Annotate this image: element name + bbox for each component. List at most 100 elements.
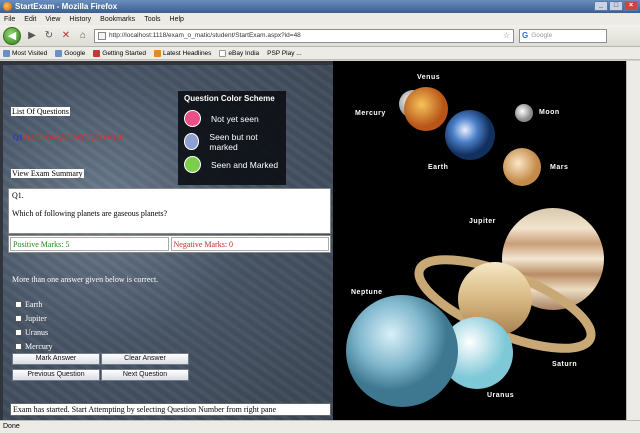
bookmark-google[interactable]: Google [55, 49, 85, 57]
neptune-planet [346, 295, 458, 407]
option-jupiter[interactable]: Jupiter [15, 311, 53, 325]
menu-bookmarks[interactable]: Bookmarks [100, 16, 135, 23]
menu-bar: File Edit View History Bookmarks Tools H… [0, 13, 640, 25]
label-mars: Mars [550, 164, 569, 171]
clear-answer-button[interactable]: Clear Answer [101, 353, 189, 365]
firefox-icon [3, 2, 12, 11]
legend-item-seen-marked: Seen and Marked [184, 153, 280, 176]
question-link-q2[interactable]: Q2 [24, 133, 34, 142]
bookmark-ebay[interactable]: eBay India [219, 49, 259, 57]
legend-label: Seen and Marked [211, 159, 279, 170]
question-link-q8[interactable]: Q8 [88, 133, 98, 142]
question-link-q3[interactable]: Q3 [35, 133, 45, 142]
page-scrollbar[interactable] [626, 61, 640, 420]
mark-answer-button[interactable]: Mark Answer [12, 353, 100, 365]
bookmark-star-icon[interactable]: ☆ [503, 31, 510, 40]
menu-view[interactable]: View [45, 16, 60, 23]
question-box: Q1. Which of following planets are gaseo… [8, 188, 331, 234]
bookmark-icon [55, 49, 63, 57]
label-uranus: Uranus [487, 392, 515, 399]
rss-icon [154, 49, 161, 57]
search-placeholder: Google [531, 32, 553, 39]
moon [515, 104, 533, 122]
page-icon [98, 31, 106, 40]
forward-icon[interactable]: ▶ [26, 30, 38, 42]
navigation-toolbar: ◀ ▶ ↻ ✕ ⌂ http://localhost:1118/exam_o_m… [0, 25, 640, 47]
question-text: Which of following planets are gaseous p… [12, 209, 168, 218]
bookmark-most-visited[interactable]: Most Visited [3, 49, 47, 57]
menu-help[interactable]: Help [170, 16, 184, 23]
legend-label: Not yet seen [211, 113, 259, 124]
legend-label: Seen but not marked [209, 131, 258, 152]
label-earth: Earth [428, 164, 449, 171]
option-earth[interactable]: Earth [15, 297, 53, 311]
label-mercury: Mercury [355, 110, 386, 117]
question-link-q4[interactable]: Q4 [45, 133, 55, 142]
question-link-q1[interactable]: Q1 [13, 133, 23, 142]
exam-status-message: Exam has started. Start Attempting by se… [10, 403, 331, 416]
label-neptune: Neptune [351, 289, 383, 296]
window-titlebar: StartExam - Mozilla Firefox _ □ × [0, 0, 640, 13]
checkbox[interactable] [15, 342, 22, 350]
close-button[interactable]: × [624, 1, 638, 11]
answer-note: More than one answer given below is corr… [12, 275, 159, 284]
window-controls: _ □ × [594, 1, 638, 11]
stop-icon[interactable]: ✕ [60, 30, 72, 42]
home-icon[interactable]: ⌂ [77, 30, 89, 42]
answer-options: Earth Jupiter Uranus Mercury [15, 297, 53, 353]
question-link-q10[interactable]: Q10 [110, 133, 124, 142]
status-text: Done [3, 423, 20, 430]
next-question-button[interactable]: Next Question [101, 369, 189, 381]
label-saturn: Saturn [552, 361, 578, 368]
question-links: Q1 Q2 Q3 Q4 Q5 Q6 Q7 Q8 Q9 Q10 [13, 133, 124, 142]
menu-tools[interactable]: Tools [144, 16, 160, 23]
checkbox[interactable] [15, 300, 22, 308]
label-venus: Venus [417, 74, 441, 81]
minimize-button[interactable]: _ [594, 1, 608, 11]
previous-question-button[interactable]: Previous Question [12, 369, 100, 381]
url-text: http://localhost:1118/exam_o_matic/stude… [109, 32, 301, 39]
question-link-q9[interactable]: Q9 [99, 133, 109, 142]
bookmark-getting-started[interactable]: Getting Started [93, 49, 146, 57]
url-bar[interactable]: http://localhost:1118/exam_o_matic/stude… [94, 28, 514, 43]
option-uranus[interactable]: Uranus [15, 325, 53, 339]
question-link-q7[interactable]: Q7 [78, 133, 88, 142]
venus-planet [404, 87, 448, 131]
question-link-q6[interactable]: Q6 [67, 133, 77, 142]
label-moon: Moon [539, 109, 560, 116]
reload-icon[interactable]: ↻ [43, 30, 55, 42]
checkbox[interactable] [15, 328, 22, 336]
checkbox[interactable] [15, 314, 22, 322]
menu-file[interactable]: File [4, 16, 15, 23]
question-number: Q1. [12, 191, 24, 200]
bookmarks-toolbar: Most Visited Google Getting Started Late… [0, 47, 640, 60]
bookmark-icon [3, 49, 10, 57]
menu-history[interactable]: History [69, 16, 91, 23]
positive-marks: Positive Marks: 5 [10, 237, 169, 251]
status-dot-icon [184, 156, 201, 173]
back-button[interactable]: ◀ [3, 26, 21, 45]
mars-planet [503, 148, 541, 186]
google-search-icon[interactable]: G [522, 31, 528, 40]
bookmark-icon [93, 49, 101, 57]
status-dot-icon [184, 110, 201, 127]
status-dot-icon [184, 133, 200, 150]
bookmark-psp-play[interactable]: PSP Play ... [267, 50, 302, 57]
legend-title: Question Color Scheme [184, 94, 275, 103]
bookmark-icon [219, 49, 227, 57]
menu-edit[interactable]: Edit [24, 16, 36, 23]
window-title: StartExam - Mozilla Firefox [15, 2, 118, 11]
search-bar[interactable]: G Google [519, 28, 607, 43]
option-mercury[interactable]: Mercury [15, 339, 53, 353]
maximize-button[interactable]: □ [609, 1, 623, 11]
solar-system-image: Venus Mercury Moon Earth Mars Jupiter Ne… [333, 61, 626, 420]
question-link-q5[interactable]: Q5 [56, 133, 66, 142]
earth-planet [445, 110, 495, 160]
exam-pane: List Of Questions Q1 Q2 Q3 Q4 Q5 Q6 Q7 Q… [3, 65, 333, 420]
question-color-legend: Question Color Scheme Not yet seen Seen … [178, 91, 286, 185]
negative-marks: Negative Marks: 0 [170, 237, 329, 251]
legend-item-not-seen: Not yet seen [184, 107, 280, 130]
browser-statusbar: Done [0, 420, 640, 433]
view-exam-summary-link[interactable]: View Exam Summary [11, 169, 84, 178]
bookmark-latest-headlines[interactable]: Latest Headlines [154, 49, 211, 57]
